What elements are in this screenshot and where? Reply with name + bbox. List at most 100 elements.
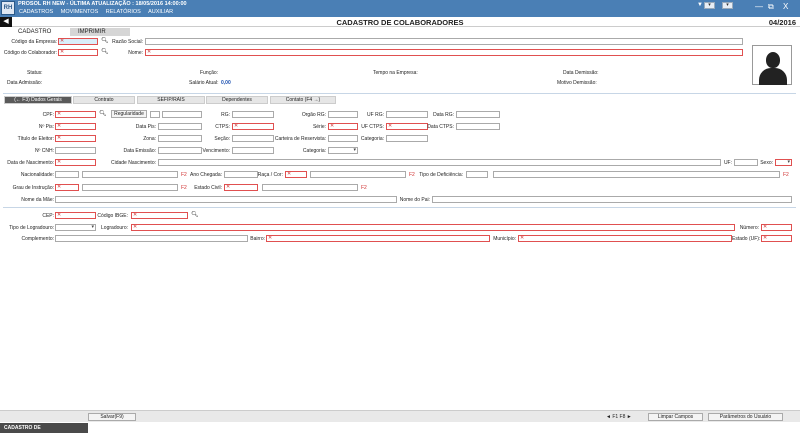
tab-contrato[interactable]: Contrato xyxy=(73,96,135,104)
grau-instrucao-label: Grau de Instrução: xyxy=(12,185,54,191)
data-admissao-label: Data Admissão: xyxy=(7,80,43,86)
data-ctps-label: Data CTPS: xyxy=(427,124,454,130)
nome-mae-input[interactable] xyxy=(55,196,397,203)
grau-instrucao-code-input[interactable] xyxy=(55,184,79,191)
estado-civil-code-input[interactable] xyxy=(224,184,258,191)
uf-input[interactable] xyxy=(734,159,758,166)
tipo-deficiencia-code-input[interactable] xyxy=(466,171,488,178)
tab-dependentes[interactable]: Dependentes xyxy=(206,96,268,104)
cpf-input[interactable] xyxy=(55,111,96,118)
data-pis-input[interactable] xyxy=(158,123,202,130)
clear-fields-button[interactable]: Limpar Campos xyxy=(648,413,703,421)
logradouro-input[interactable] xyxy=(131,224,735,231)
rg-input[interactable] xyxy=(232,111,274,118)
pis-input[interactable] xyxy=(55,123,96,130)
user-parameters-button[interactable]: Parâmetros do Usuário xyxy=(708,413,783,421)
serie-input[interactable] xyxy=(328,123,358,130)
nacionalidade-label: Nacionalidade: xyxy=(20,172,54,178)
ano-chegada-input[interactable] xyxy=(224,171,258,178)
period-select-2[interactable]: ▾ xyxy=(722,2,733,9)
nome-input[interactable] xyxy=(145,49,743,56)
logo-icon: RH xyxy=(1,1,15,15)
categoria-reservista-input[interactable] xyxy=(386,135,428,142)
tab-cadastro[interactable]: CADASTRO xyxy=(10,28,60,36)
search-icon[interactable]: 🔍︎ xyxy=(191,211,199,218)
search-icon[interactable]: 🔍︎ xyxy=(101,37,109,44)
search-icon[interactable]: 🔍︎ xyxy=(101,48,109,55)
uf-ctps-input[interactable] xyxy=(386,123,428,130)
tab-dados-gerais[interactable]: (← F3) Dados Gerais xyxy=(4,96,72,104)
regularidade-button[interactable]: Regularidade xyxy=(111,110,147,118)
data-nascimento-input[interactable] xyxy=(55,159,96,166)
razao-social-input[interactable] xyxy=(145,38,743,45)
zona-input[interactable] xyxy=(158,135,202,142)
restore-button[interactable]: ⧉ xyxy=(768,2,774,12)
codigo-ibge-input[interactable] xyxy=(131,212,188,219)
motivo-demissao-label: Motivo Demissão: xyxy=(557,80,597,86)
data-pis-label: Data Pis: xyxy=(135,124,156,130)
uf-rg-input[interactable] xyxy=(386,111,428,118)
taskbar-tab[interactable]: CADASTRO DE COLABORADORES xyxy=(0,423,88,433)
menu-movimentos[interactable]: MOVIMENTOS xyxy=(61,9,99,15)
raca-cor-input[interactable] xyxy=(310,171,406,178)
municipio-input[interactable] xyxy=(518,235,732,242)
categoria-cnh-label: Categoria: xyxy=(302,148,326,154)
menu-auxiliar[interactable]: AUXILIAR xyxy=(148,9,173,15)
tipo-logradouro-select[interactable] xyxy=(55,224,96,231)
nome-pai-input[interactable] xyxy=(432,196,792,203)
back-arrow-icon[interactable]: ◀ xyxy=(0,17,12,27)
codigo-empresa-input[interactable] xyxy=(58,38,98,45)
data-rg-input[interactable] xyxy=(456,111,500,118)
data-ctps-input[interactable] xyxy=(456,123,500,130)
uf-label: UF: xyxy=(723,160,732,166)
cnh-input[interactable] xyxy=(55,147,96,154)
close-button[interactable]: X xyxy=(783,2,788,11)
regularidade-status-input[interactable] xyxy=(162,111,202,118)
data-emissao-input[interactable] xyxy=(158,147,202,154)
period-select-1[interactable]: ▾ xyxy=(704,2,715,9)
save-button[interactable]: Salvar(F9) xyxy=(88,413,136,421)
estado-uf-input[interactable] xyxy=(761,235,792,242)
codigo-colaborador-input[interactable] xyxy=(58,49,98,56)
orgao-rg-input[interactable] xyxy=(328,111,358,118)
nacionalidade-input[interactable] xyxy=(82,171,178,178)
vencimento-input[interactable] xyxy=(232,147,274,154)
avatar-placeholder-icon[interactable] xyxy=(752,45,792,85)
tab-imprimir[interactable]: IMPRIMIR xyxy=(70,28,130,36)
menu-cadastros[interactable]: CADASTROS xyxy=(19,9,53,15)
filter-icon[interactable]: ▼ xyxy=(697,2,703,8)
ctps-input[interactable] xyxy=(232,123,274,130)
raca-cor-code-input[interactable] xyxy=(285,171,307,178)
sexo-select[interactable] xyxy=(775,159,792,166)
cep-input[interactable] xyxy=(55,212,96,219)
numero-input[interactable] xyxy=(761,224,792,231)
cep-label: CEP: xyxy=(42,213,54,219)
tab-contato[interactable]: Contato (F4 →) xyxy=(270,96,336,104)
f2-hint: F2 xyxy=(409,172,415,178)
cpf-label: CPF: xyxy=(42,112,54,118)
complemento-input[interactable] xyxy=(55,235,248,242)
secao-input[interactable] xyxy=(232,135,274,142)
grau-instrucao-input[interactable] xyxy=(82,184,178,191)
minimize-button[interactable]: — xyxy=(755,2,763,11)
tab-sefip-rais[interactable]: SEFIP/RAIS xyxy=(137,96,205,104)
salario-atual-value: 0,00 xyxy=(221,80,231,86)
menu-relatorios[interactable]: RELATÓRIOS xyxy=(106,9,141,15)
salario-atual-label: Salário Atual: xyxy=(189,80,219,86)
reservista-label: Carteira de Reservista: xyxy=(274,136,326,142)
nav-buttons[interactable]: ◄ F1 F8 ► xyxy=(606,414,632,420)
categoria-cnh-select[interactable] xyxy=(328,147,358,154)
nacionalidade-code-input[interactable] xyxy=(55,171,79,178)
tipo-deficiencia-input[interactable] xyxy=(493,171,780,178)
titulo-eleitor-input[interactable] xyxy=(55,135,96,142)
divider xyxy=(3,93,796,94)
divider xyxy=(3,207,796,208)
cidade-nascimento-input[interactable] xyxy=(158,159,721,166)
estado-civil-input[interactable] xyxy=(262,184,358,191)
bairro-input[interactable] xyxy=(266,235,490,242)
f2-hint: F2 xyxy=(361,185,367,191)
reservista-input[interactable] xyxy=(328,135,358,142)
funcao-label: Função: xyxy=(200,70,219,76)
search-icon[interactable]: 🔍︎ xyxy=(99,110,107,117)
regularidade-code-input[interactable] xyxy=(150,111,160,118)
